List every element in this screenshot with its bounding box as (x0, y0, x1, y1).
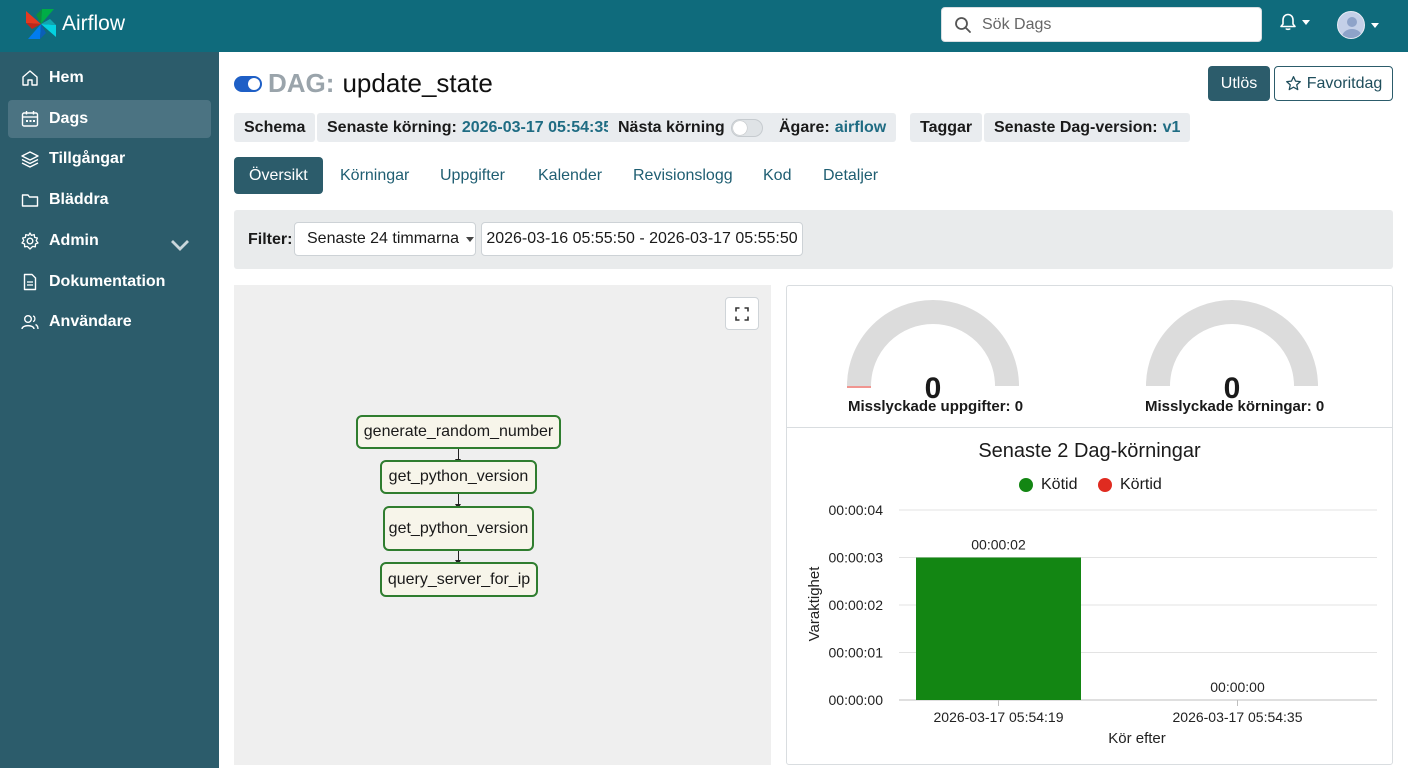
next-run-toggle[interactable] (730, 118, 763, 137)
sidebar: Hem Dags Tillgångar Bläddra Admin Dokume… (0, 52, 219, 768)
time-range-value: Senaste 24 timmarna (307, 230, 460, 247)
tags-label: Taggar (920, 118, 973, 136)
sidebar-item-label: Dags (49, 110, 89, 127)
time-range-select[interactable]: Senaste 24 timmarna (294, 222, 476, 256)
tab-calendar[interactable]: Kalender (523, 157, 617, 194)
search-icon (955, 16, 971, 33)
sidebar-item-label: Admin (49, 232, 99, 249)
dag-graph: generate_random_number get_python_versio… (234, 285, 771, 765)
tab-audit-log[interactable]: Revisionslogg (618, 157, 748, 194)
filter-label: Filter: (248, 231, 293, 248)
page-title: update_state (342, 68, 493, 98)
duration-bar-chart: 00:00:00 00:00:01 00:00:02 00:00:03 00:00:04… (806, 502, 1377, 747)
latest-run-chip: Senaste körning: 2026-03-17 05:54:35 (317, 113, 623, 142)
sidebar-item-label: Hem (49, 69, 84, 86)
folder-icon (21, 194, 39, 207)
tab-code[interactable]: Kod (748, 157, 806, 194)
gear-icon (21, 232, 39, 250)
sidebar-item-label: Dokumentation (49, 273, 166, 290)
owner-chip: Ägare: airflow (769, 113, 897, 142)
chevron-down-icon (171, 240, 189, 251)
x-axis-title: Kör efter (1108, 730, 1166, 747)
chevron-down-icon (1302, 19, 1310, 25)
bar[interactable] (916, 557, 1081, 701)
y-tick-label: 00:00:01 (829, 645, 884, 661)
sidebar-item-users[interactable]: Användare (8, 303, 211, 341)
stats-panel: 0 Misslyckade uppgifter: 0 0 Misslyckade… (786, 285, 1393, 765)
x-tick-label: 2026-03-17 05:54:35 (1173, 709, 1303, 725)
tab-details[interactable]: Detaljer (808, 157, 893, 194)
latest-run-label: Senaste körning: (327, 118, 457, 136)
dag-title: DAG: update_state (234, 68, 493, 99)
dag-version-chip: Senaste Dag-version: v1 (984, 113, 1191, 142)
tab-overview[interactable]: Översikt (234, 157, 323, 194)
chevron-down-icon (1371, 22, 1379, 28)
favorite-label: Favoritdag (1306, 74, 1383, 92)
task-node[interactable]: get_python_version (380, 460, 537, 494)
y-tick-label: 00:00:04 (829, 502, 884, 518)
dag-active-toggle[interactable] (234, 75, 262, 92)
date-range-input[interactable]: 2026-03-16 05:55:50 - 2026-03-17 05:55:5… (481, 222, 803, 256)
avatar (1337, 11, 1365, 39)
sidebar-item-admin[interactable]: Admin (8, 222, 211, 260)
y-tick-label: 00:00:03 (829, 550, 884, 566)
top-bar: Airflow (0, 0, 1408, 52)
dag-version-value[interactable]: v1 (1163, 119, 1181, 137)
sidebar-item-dags[interactable]: Dags (8, 100, 211, 138)
next-run-label: Nästa körning (618, 118, 725, 136)
layers-icon (21, 151, 39, 168)
tags-chip[interactable]: Taggar (910, 113, 983, 142)
schedule-chip[interactable]: Schema (234, 113, 316, 142)
search-box[interactable] (941, 7, 1262, 42)
sidebar-item-home[interactable]: Hem (8, 59, 211, 97)
tab-tasks[interactable]: Uppgifter (425, 157, 520, 194)
user-menu[interactable] (1337, 11, 1379, 39)
brand[interactable]: Airflow (22, 5, 125, 43)
y-tick-label: 00:00:02 (829, 597, 884, 613)
owner-value[interactable]: airflow (835, 119, 887, 137)
users-icon (21, 315, 39, 330)
owner-label: Ägare: (779, 118, 830, 136)
bell-icon (1280, 13, 1296, 31)
dag-version-label: Senaste Dag-version: (994, 118, 1158, 136)
task-node[interactable]: generate_random_number (356, 415, 561, 449)
next-run-chip: Nästa körning (608, 113, 773, 142)
schedule-label: Schema (244, 118, 306, 136)
task-node[interactable]: get_python_version (383, 506, 534, 551)
app-name: Airflow (62, 12, 126, 35)
notifications-button[interactable] (1278, 12, 1310, 32)
sidebar-item-browse[interactable]: Bläddra (8, 181, 211, 219)
dependency-edge (455, 551, 461, 565)
search-input[interactable] (982, 15, 1242, 34)
airflow-logo-icon (26, 9, 56, 39)
task-node[interactable]: query_server_for_ip (380, 562, 538, 597)
sidebar-item-label: Användare (49, 313, 132, 330)
document-icon (23, 273, 37, 291)
dag-prefix: DAG: (268, 68, 335, 98)
home-icon (22, 70, 38, 86)
favorite-button[interactable]: Favoritdag (1274, 66, 1393, 101)
expand-icon (735, 306, 749, 321)
tab-runs[interactable]: Körningar (325, 157, 424, 194)
sidebar-item-documentation[interactable]: Dokumentation (8, 263, 211, 301)
sidebar-item-assets[interactable]: Tillgångar (8, 140, 211, 178)
date-range-value: 2026-03-16 05:55:50 - 2026-03-17 05:55:5… (486, 230, 798, 247)
x-tick-label: 2026-03-17 05:54:19 (934, 709, 1064, 725)
calendar-icon (21, 111, 39, 127)
y-axis-title: Varaktighet (806, 566, 823, 642)
star-icon (1285, 76, 1301, 91)
data-label: 00:00:00 (1210, 679, 1265, 695)
latest-run-value[interactable]: 2026-03-17 05:54:35 (462, 119, 612, 137)
sidebar-item-label: Tillgångar (49, 150, 126, 167)
fullscreen-button[interactable] (725, 297, 759, 330)
data-label: 00:00:02 (971, 537, 1026, 553)
dependency-edge (455, 494, 461, 509)
sidebar-item-label: Bläddra (49, 191, 109, 208)
filter-bar: Filter: Senaste 24 timmarna 2026-03-16 0… (234, 210, 1393, 269)
chevron-down-icon (466, 236, 475, 242)
trigger-button[interactable]: Utlös (1208, 66, 1270, 101)
y-tick-label: 00:00:00 (829, 692, 884, 708)
